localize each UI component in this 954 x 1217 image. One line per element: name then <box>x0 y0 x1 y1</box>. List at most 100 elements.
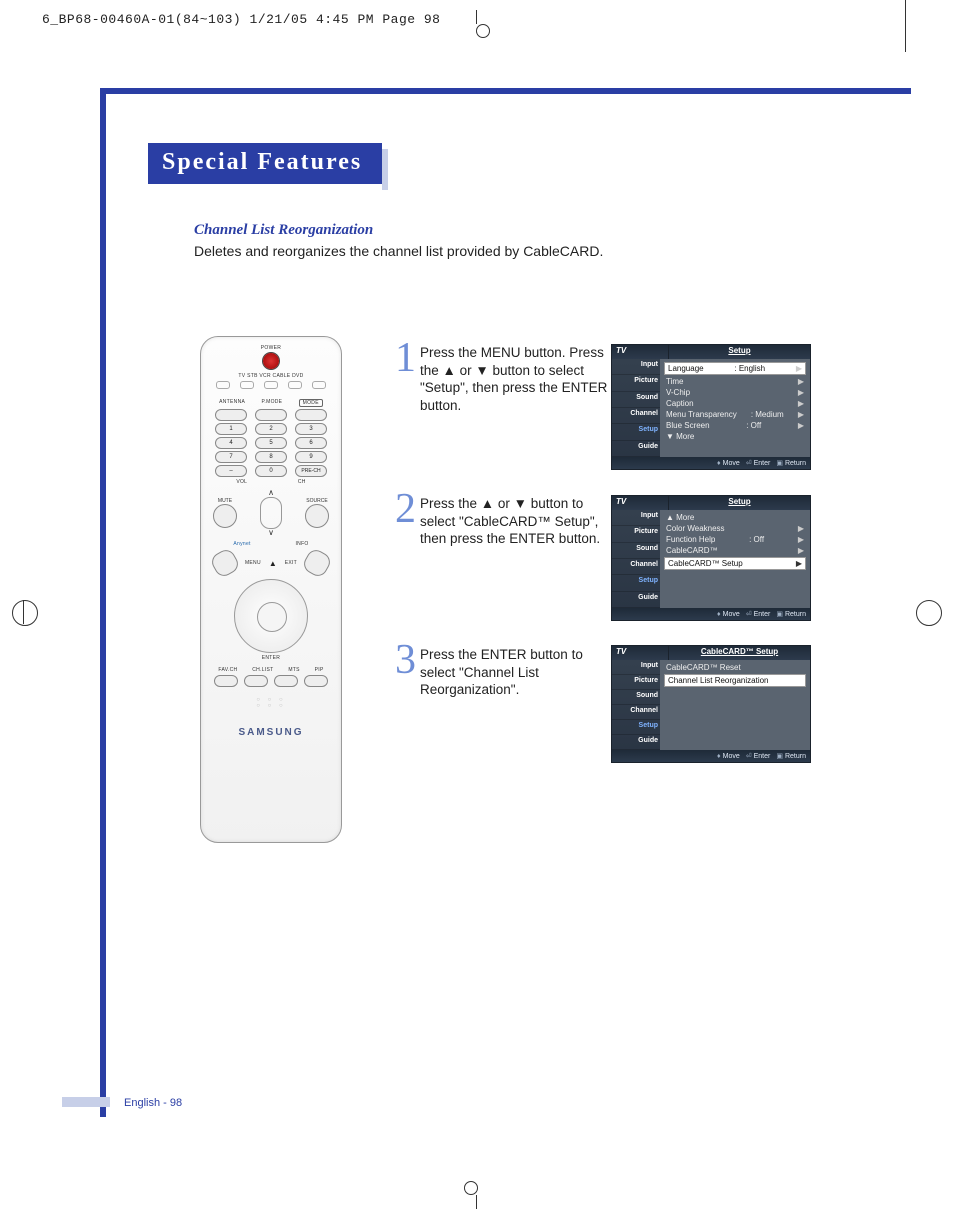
cell: Channel List Reorganization <box>668 676 769 685</box>
anynet-label: Anynet <box>233 541 250 547</box>
osd1-list: Language: English▶ Time▶ V-Chip▶ Caption… <box>660 359 810 457</box>
osd3-tv: TV <box>612 646 669 660</box>
step-2-text: Press the ▲ or ▼ button to select "Cable… <box>420 495 610 548</box>
osd1-row-transparency: Menu Transparency: Medium▶ <box>664 409 806 420</box>
num-3: 3 <box>295 423 327 435</box>
nav-ring <box>234 579 308 653</box>
crop-mark-top <box>462 10 492 40</box>
num-2: 2 <box>255 423 287 435</box>
num-1: 1 <box>215 423 247 435</box>
osd1-row-caption: Caption ▶ <box>664 398 806 409</box>
step-2: 2 Press the ▲ or ▼ button to select "Cab… <box>392 495 610 548</box>
favch-button <box>214 675 238 687</box>
page-heading-text: Special Features <box>162 149 362 175</box>
sb-input: Input <box>612 660 660 675</box>
osd1-row-vchip: V-Chip▶ <box>664 387 806 398</box>
mode-led <box>240 381 254 389</box>
ch-label: CH <box>298 479 306 485</box>
step-3-number: 3 <box>392 646 416 675</box>
arrow-icon: ▶ <box>798 546 804 555</box>
step-3: 3 Press the ENTER button to select "Chan… <box>392 646 610 699</box>
sb-picture: Picture <box>612 526 660 542</box>
page-footer: English - 98 <box>124 1097 182 1109</box>
step-3-text: Press the ENTER button to select "Channe… <box>420 646 610 699</box>
antenna-button <box>215 409 247 421</box>
sb-sound: Sound <box>612 690 660 705</box>
cell: : Off <box>746 421 761 430</box>
osd1-sidebar: Input Picture Sound Channel Setup Guide <box>612 359 660 457</box>
osd1-footer: ♦Move⏎Enter▣Return <box>612 457 810 469</box>
osd1-row-more: ▼ More <box>664 431 806 442</box>
num-6: 6 <box>295 437 327 449</box>
step-2-number: 2 <box>392 495 416 524</box>
heading-shadow <box>382 149 388 190</box>
osd2-row-colorweak: Color Weakness ▶ <box>664 523 806 534</box>
cell: Color Weakness <box>666 524 725 533</box>
crop-rule <box>905 0 906 52</box>
num-8: 8 <box>255 451 287 463</box>
mode-led <box>288 381 302 389</box>
crop-mark-right <box>914 598 944 628</box>
osd1-title: Setup <box>669 345 810 359</box>
arrow-icon: ▶ <box>796 559 802 568</box>
arrow-icon: ▶ <box>798 377 804 386</box>
foot-return: Return <box>785 611 806 618</box>
osd1-row-bluescreen: Blue Screen: Off▶ <box>664 420 806 431</box>
arrow-icon: ▶ <box>796 364 802 373</box>
arrow-icon: ▶ <box>798 524 804 533</box>
osd-screenshot-3: TVCableCARD™ Setup Input Picture Sound C… <box>611 645 811 763</box>
osd3-list: CableCARD™ Reset Channel List Reorganiza… <box>660 660 810 750</box>
osd3-sidebar: Input Picture Sound Channel Setup Guide <box>612 660 660 750</box>
exit-button <box>301 547 334 580</box>
osd3-title: CableCARD™ Setup <box>669 646 810 660</box>
mode-led <box>312 381 326 389</box>
brand-label: SAMSUNG <box>201 727 341 738</box>
arrow-icon: ▶ <box>798 399 804 408</box>
mute-button <box>213 504 237 528</box>
sb-setup: Setup <box>612 575 660 591</box>
osd1-tv: TV <box>612 345 669 359</box>
remote-pmode-label: P.MODE <box>261 399 282 407</box>
sb-guide: Guide <box>612 441 660 457</box>
num-5: 5 <box>255 437 287 449</box>
osd2-row-more: ▲ More <box>664 512 806 523</box>
osd2-list: ▲ More Color Weakness ▶ Function Help: Of… <box>660 510 810 608</box>
step-1-text: Press the MENU button. Press the ▲ or ▼ … <box>420 344 610 414</box>
section-title: Channel List Reorganization <box>194 222 373 239</box>
cell: ▲ More <box>666 513 694 522</box>
osd3-row-reset: CableCARD™ Reset <box>664 662 806 673</box>
chlist-label: CH.LIST <box>252 667 273 673</box>
crop-mark-bottom <box>462 1179 492 1209</box>
mode-button <box>295 409 327 421</box>
num-7: 7 <box>215 451 247 463</box>
foot-return: Return <box>785 753 806 760</box>
page-heading: Special Features <box>148 143 382 184</box>
foot-enter: Enter <box>754 611 771 618</box>
sb-channel: Channel <box>612 408 660 424</box>
arrow-icon: ▶ <box>798 535 804 544</box>
favch-label: FAV.CH <box>218 667 237 673</box>
foot-enter: Enter <box>754 460 771 467</box>
osd2-row-funchelp: Function Help: Off▶ <box>664 534 806 545</box>
enter-label: ENTER <box>201 655 341 661</box>
foot-return: Return <box>785 460 806 467</box>
cell: CableCARD™ <box>666 546 718 555</box>
mts-button <box>274 675 298 687</box>
info-label: INFO <box>295 541 308 547</box>
up-icon: ∧ <box>268 489 274 497</box>
osd-screenshot-1: TVSetup Input Picture Sound Channel Setu… <box>611 344 811 470</box>
cell: Language <box>668 364 704 373</box>
vol-rocker <box>260 497 282 529</box>
sb-picture: Picture <box>612 375 660 391</box>
foot-move: Move <box>723 611 740 618</box>
osd2-sidebar: Input Picture Sound Channel Setup Guide <box>612 510 660 608</box>
osd2-tv: TV <box>612 496 669 510</box>
sb-input: Input <box>612 359 660 375</box>
cell: Caption <box>666 399 694 408</box>
num-9: 9 <box>295 451 327 463</box>
arrow-icon: ▶ <box>798 421 804 430</box>
num-dash: – <box>215 465 247 477</box>
dot-row: ○ ○ ○○ ○ ○ <box>201 697 341 709</box>
prech-button: PRE-CH <box>295 465 327 477</box>
down-icon: ∨ <box>268 529 274 537</box>
